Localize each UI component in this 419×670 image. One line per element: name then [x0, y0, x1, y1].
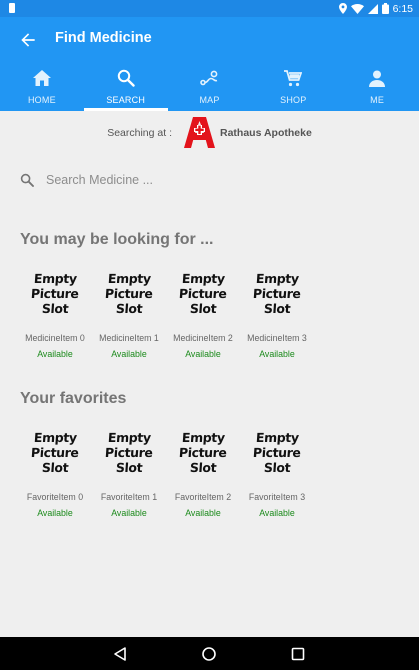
apotheke-logo	[184, 117, 215, 148]
tab-label: SEARCH	[106, 95, 146, 105]
suggestions-grid: Empty Picture Slot MedicineItem 0 Availabl…	[18, 265, 314, 360]
active-tab-indicator	[83, 108, 168, 111]
placeholder-text: Empty	[33, 270, 77, 286]
placeholder-text: Empty	[255, 429, 299, 445]
battery-icon	[381, 3, 389, 14]
favorites-title: Your favorites	[20, 390, 127, 407]
search-icon	[117, 69, 135, 87]
search-input[interactable]	[46, 173, 366, 187]
map-route-icon	[200, 70, 218, 86]
placeholder-text: Slot	[189, 300, 217, 316]
availability-status: Available	[185, 349, 221, 359]
empty-picture-slot: Empty Picture Slot	[99, 424, 159, 480]
placeholder-text: Empty	[33, 429, 77, 445]
empty-picture-slot: Empty Picture Slot	[247, 424, 307, 480]
favorite-card[interactable]: Empty Picture Slot FavoriteItem 1 Availabl…	[92, 424, 166, 519]
placeholder-text: Picture	[178, 285, 228, 301]
pharmacy-selector[interactable]: Searching at : Rathaus Apotheke	[0, 117, 419, 149]
recents-square-icon[interactable]	[290, 646, 306, 662]
availability-status: Available	[111, 508, 147, 518]
placeholder-text: Empty	[107, 270, 151, 286]
availability-status: Available	[185, 508, 221, 518]
favorites-grid: Empty Picture Slot FavoriteItem 0 Availabl…	[18, 424, 314, 519]
system-nav-bar	[0, 637, 419, 670]
item-name: FavoriteItem 1	[100, 492, 158, 502]
tab-search[interactable]: SEARCH	[83, 61, 168, 111]
placeholder-text: Empty	[181, 429, 225, 445]
placeholder-text: Picture	[30, 444, 80, 460]
placeholder-text: Empty	[255, 270, 299, 286]
home-icon	[32, 70, 51, 86]
placeholder-text: Slot	[263, 300, 291, 316]
placeholder-text: Slot	[41, 459, 69, 475]
item-name: MedicineItem 1	[99, 333, 159, 343]
placeholder-text: Slot	[115, 459, 143, 475]
back-arrow-icon[interactable]	[18, 30, 38, 50]
tab-label: ME	[370, 95, 385, 105]
empty-picture-slot: Empty Picture Slot	[173, 265, 233, 321]
wifi-icon	[350, 3, 364, 14]
medicine-card[interactable]: Empty Picture Slot MedicineItem 3 Availabl…	[240, 265, 314, 360]
availability-status: Available	[111, 349, 147, 359]
home-circle-icon[interactable]	[201, 646, 217, 662]
item-name: MedicineItem 3	[247, 333, 307, 343]
placeholder-text: Slot	[263, 459, 291, 475]
availability-status: Available	[37, 508, 73, 518]
pharmacy-name: Rathaus Apotheke	[220, 127, 312, 139]
favorite-card[interactable]: Empty Picture Slot FavoriteItem 3 Availabl…	[240, 424, 314, 519]
signal-icon	[367, 3, 378, 14]
tab-map[interactable]: MAP	[168, 61, 252, 111]
placeholder-text: Picture	[252, 444, 302, 460]
searching-at-label: Searching at :	[107, 127, 172, 139]
person-icon	[369, 70, 386, 87]
sim-card-icon	[9, 3, 15, 13]
favorite-card[interactable]: Empty Picture Slot FavoriteItem 2 Availabl…	[166, 424, 240, 519]
availability-status: Available	[259, 349, 295, 359]
status-bar: 6:15	[0, 0, 419, 17]
medicine-card[interactable]: Empty Picture Slot MedicineItem 0 Availabl…	[18, 265, 92, 360]
placeholder-text: Empty	[181, 270, 225, 286]
tab-home[interactable]: HOME	[0, 61, 84, 111]
suggestions-title: You may be looking for ...	[20, 231, 214, 248]
placeholder-text: Slot	[189, 459, 217, 475]
back-triangle-icon[interactable]	[112, 646, 128, 662]
location-icon	[338, 3, 347, 14]
clock: 6:15	[392, 2, 413, 15]
tab-label: SHOP	[280, 95, 307, 105]
item-name: FavoriteItem 3	[248, 492, 306, 502]
medicine-card[interactable]: Empty Picture Slot MedicineItem 1 Availabl…	[92, 265, 166, 360]
empty-picture-slot: Empty Picture Slot	[247, 265, 307, 321]
item-name: FavoriteItem 2	[174, 492, 232, 502]
empty-picture-slot: Empty Picture Slot	[173, 424, 233, 480]
search-bar	[20, 169, 400, 191]
availability-status: Available	[37, 349, 73, 359]
medicine-card[interactable]: Empty Picture Slot MedicineItem 2 Availabl…	[166, 265, 240, 360]
placeholder-text: Slot	[115, 300, 143, 316]
availability-status: Available	[259, 508, 295, 518]
placeholder-text: Picture	[252, 285, 302, 301]
tab-me[interactable]: ME	[335, 61, 419, 111]
favorite-card[interactable]: Empty Picture Slot FavoriteItem 0 Availabl…	[18, 424, 92, 519]
placeholder-text: Picture	[104, 285, 154, 301]
placeholder-text: Empty	[107, 429, 151, 445]
tab-label: MAP	[199, 95, 220, 105]
empty-picture-slot: Empty Picture Slot	[99, 265, 159, 321]
app-bar: Find Medicine HOME SEARCH MAP SHOP ME	[0, 17, 419, 111]
item-name: MedicineItem 0	[25, 333, 85, 343]
placeholder-text: Picture	[30, 285, 80, 301]
empty-picture-slot: Empty Picture Slot	[25, 424, 85, 480]
search-icon	[20, 173, 34, 187]
empty-picture-slot: Empty Picture Slot	[25, 265, 85, 321]
item-name: FavoriteItem 0	[26, 492, 84, 502]
tab-shop[interactable]: SHOP	[251, 61, 335, 111]
tab-bar: HOME SEARCH MAP SHOP ME	[0, 61, 419, 111]
page-title: Find Medicine	[55, 30, 152, 46]
placeholder-text: Slot	[41, 300, 69, 316]
placeholder-text: Picture	[178, 444, 228, 460]
item-name: MedicineItem 2	[173, 333, 233, 343]
tab-label: HOME	[27, 95, 56, 105]
placeholder-text: Picture	[104, 444, 154, 460]
shopping-cart-icon	[284, 69, 303, 86]
